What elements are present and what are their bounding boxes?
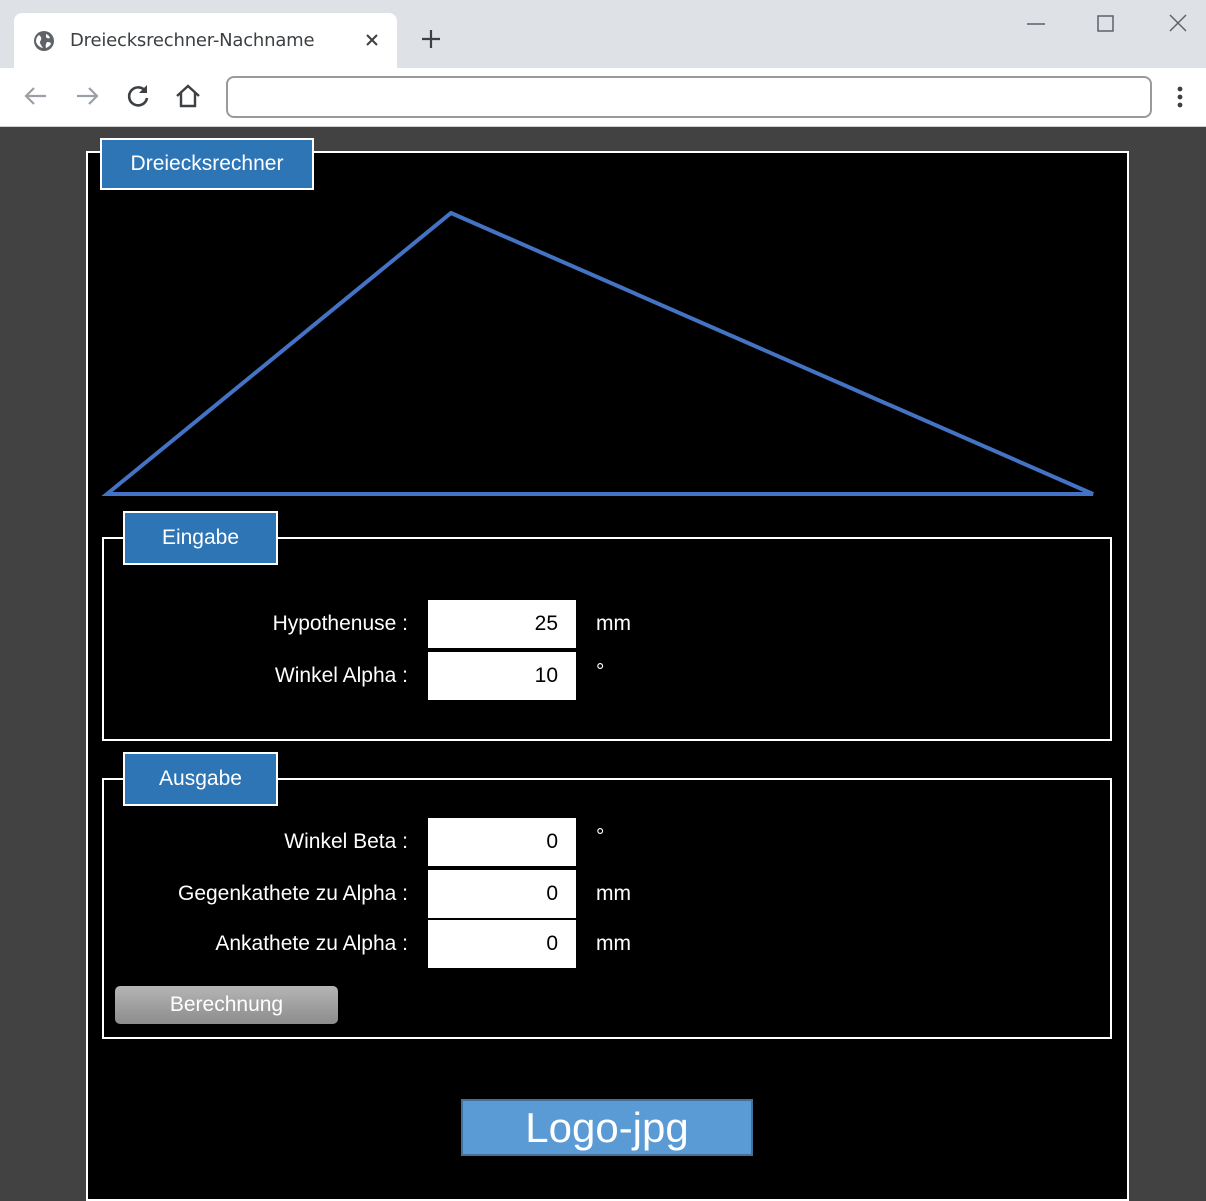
beta-unit: °: [596, 825, 605, 848]
hypotenuse-label: Hypothenuse :: [272, 612, 408, 635]
hypotenuse-input[interactable]: [428, 600, 576, 648]
input-section-title: Eingabe: [123, 511, 278, 565]
logo-placeholder: Logo-jpg: [461, 1099, 753, 1156]
adjacent-side-unit: mm: [596, 932, 631, 955]
adjacent-side-output[interactable]: [428, 920, 576, 968]
input-group: [102, 537, 1112, 741]
output-section-title: Ausgabe: [123, 752, 278, 806]
calculate-button[interactable]: Berechnung: [115, 986, 338, 1024]
triangle-shape: [101, 210, 1094, 496]
maximize-icon[interactable]: [1089, 10, 1121, 38]
hypotenuse-unit: mm: [596, 612, 631, 635]
opposite-side-unit: mm: [596, 882, 631, 905]
alpha-unit: °: [596, 660, 605, 683]
tab-strip: Dreiecksrechner-Nachname: [0, 0, 1206, 68]
globe-icon: [34, 31, 54, 51]
home-icon[interactable]: [174, 82, 202, 110]
kebab-menu-icon[interactable]: [1168, 82, 1192, 112]
reload-icon[interactable]: [124, 82, 152, 110]
forward-arrow-icon[interactable]: [73, 82, 101, 110]
browser-tab[interactable]: Dreiecksrechner-Nachname: [14, 13, 397, 68]
tab-title: Dreiecksrechner-Nachname: [70, 30, 315, 51]
triangle-diagram: [101, 210, 1094, 496]
close-window-icon[interactable]: [1162, 10, 1194, 38]
app-title: Dreiecksrechner: [100, 138, 314, 190]
back-arrow-icon[interactable]: [22, 82, 50, 110]
browser-toolbar: [0, 68, 1206, 127]
opposite-side-label: Gegenkathete zu Alpha :: [177, 882, 408, 905]
adjacent-side-label: Ankathete zu Alpha :: [215, 932, 408, 955]
beta-output[interactable]: [428, 818, 576, 866]
alpha-label: Winkel Alpha :: [274, 664, 408, 687]
close-tab-icon[interactable]: [363, 31, 381, 49]
minimize-icon[interactable]: [1020, 10, 1052, 38]
beta-label: Winkel Beta :: [284, 830, 408, 853]
alpha-input[interactable]: [428, 652, 576, 700]
new-tab-icon[interactable]: [420, 28, 442, 50]
address-bar[interactable]: [226, 76, 1152, 118]
opposite-side-output[interactable]: [428, 870, 576, 918]
